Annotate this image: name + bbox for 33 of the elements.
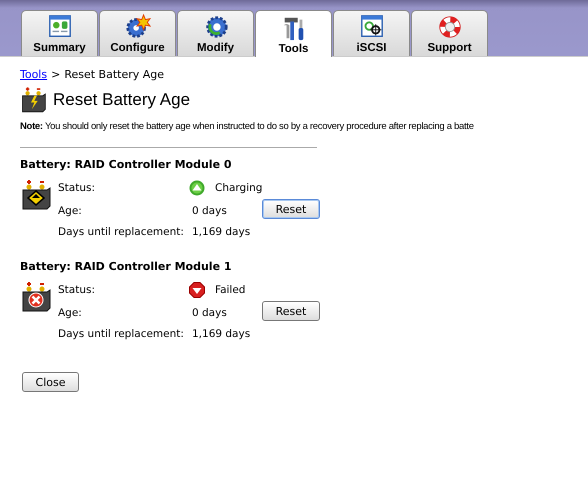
section-title: Battery: RAID Controller Module 1 bbox=[20, 260, 233, 273]
field-label: Days until replacement: bbox=[58, 328, 185, 340]
note-text: Note: You should only reset the battery age when instructed to do so by a recovery procedure after replacing a batte bbox=[20, 121, 474, 133]
tab[interactable]: Summary bbox=[21, 10, 98, 56]
field-label: Days until replacement: bbox=[58, 226, 185, 238]
breadcrumb-link[interactable]: Tools bbox=[20, 68, 48, 81]
age-value: 0 days bbox=[192, 205, 228, 217]
field-label: Status: bbox=[58, 284, 96, 296]
close-button[interactable]: Close bbox=[22, 372, 79, 392]
field-label: Age: bbox=[58, 307, 83, 319]
days-value: 1,169 days bbox=[192, 226, 252, 238]
status-ok-icon bbox=[189, 180, 205, 196]
section-title: Battery: RAID Controller Module 0 bbox=[20, 158, 233, 171]
age-value: 0 days bbox=[192, 307, 228, 319]
days-value: 1,169 days bbox=[192, 328, 252, 340]
tab[interactable]: iSCSI bbox=[333, 10, 410, 56]
battery-icon bbox=[20, 87, 47, 113]
reset-button[interactable]: Reset bbox=[262, 301, 320, 321]
status-value: Charging bbox=[215, 182, 262, 194]
tab[interactable]: Tools bbox=[255, 10, 332, 57]
field-label: Age: bbox=[58, 205, 83, 217]
breadcrumb-separator: > bbox=[51, 68, 60, 81]
field-label: Status: bbox=[58, 182, 96, 194]
breadcrumb-current: Reset Battery Age bbox=[64, 68, 164, 81]
status-failed-icon bbox=[189, 282, 205, 298]
status-value: Failed bbox=[215, 284, 246, 296]
battery-icon bbox=[20, 282, 52, 312]
tab[interactable]: Configure bbox=[99, 10, 176, 56]
page-title: Reset Battery Age bbox=[53, 90, 190, 110]
tab[interactable]: Support bbox=[411, 10, 488, 56]
reset-button[interactable]: Reset bbox=[262, 199, 320, 219]
battery-icon bbox=[20, 180, 52, 210]
tab[interactable]: Modify bbox=[177, 10, 254, 56]
